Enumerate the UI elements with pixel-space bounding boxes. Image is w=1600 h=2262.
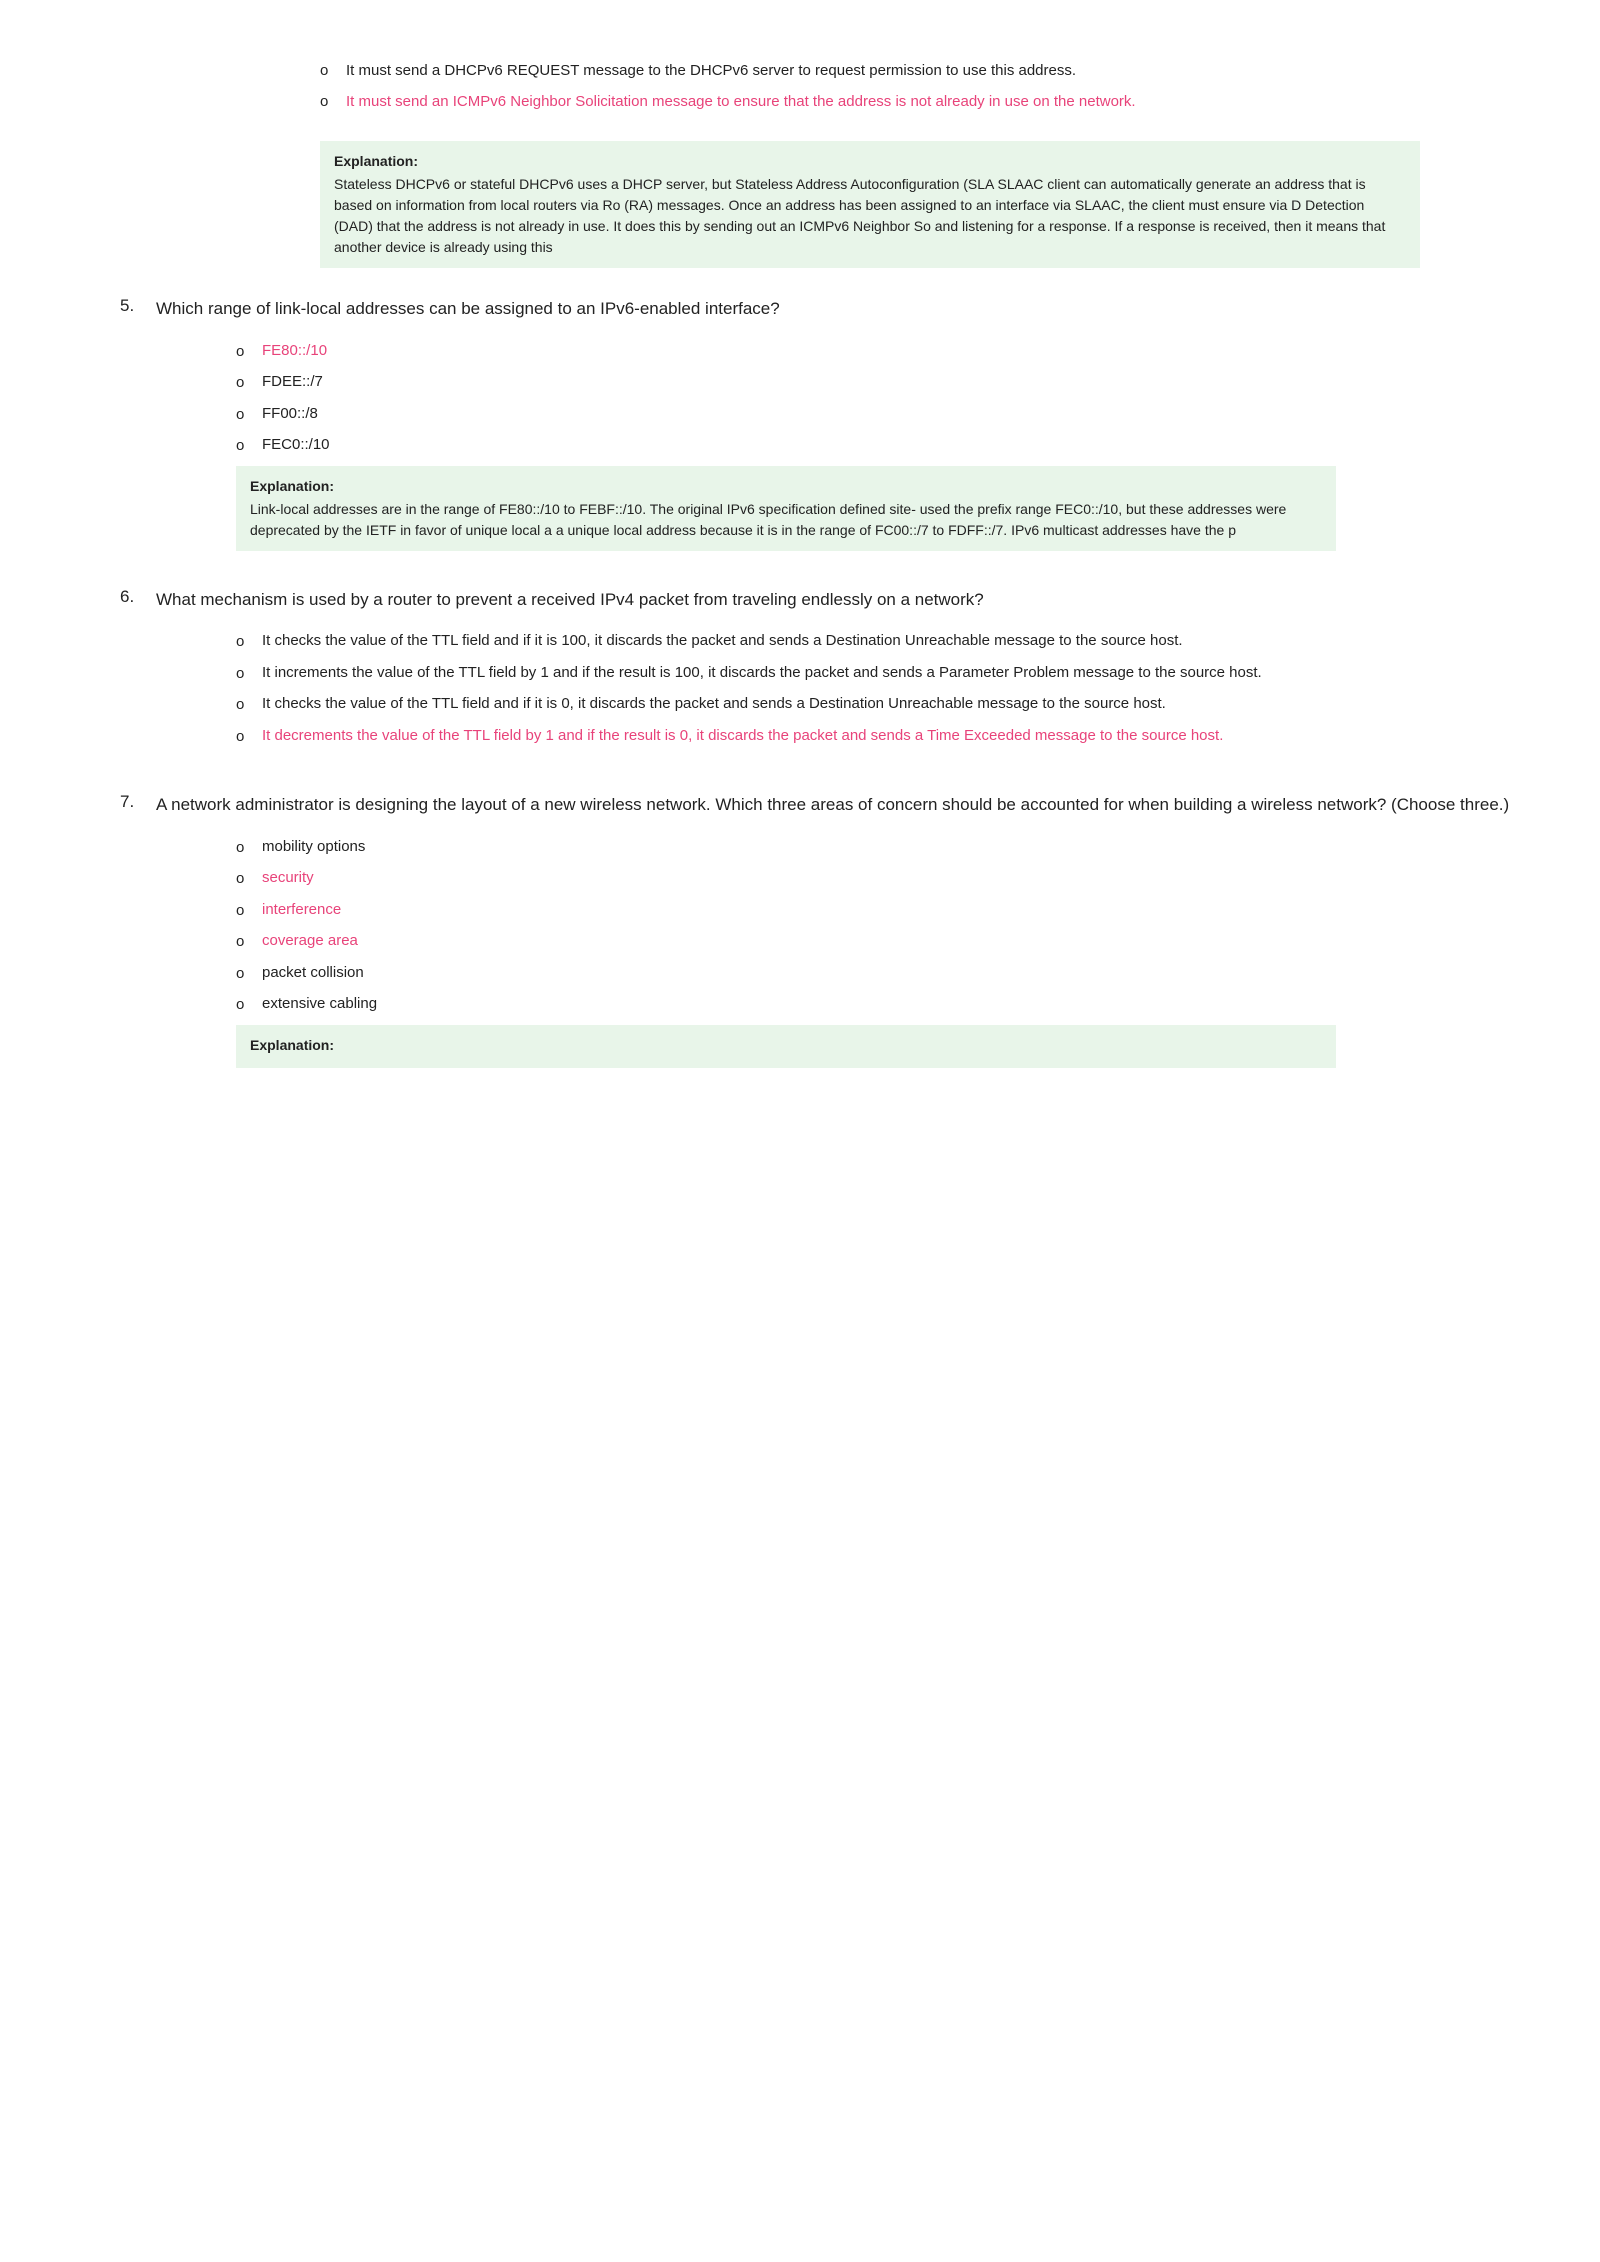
q6-option-3: o It checks the value of the TTL field a… (236, 693, 1560, 717)
q5-explanation-label: Explanation: (250, 476, 1322, 497)
q7-bullet-4: o (236, 931, 250, 954)
q7-option-3: o interference (236, 899, 1560, 923)
q5-bullet-3: o (236, 404, 250, 427)
question-5-block: 5. Which range of link-local addresses c… (120, 296, 1560, 551)
q7-option-4: o coverage area (236, 930, 1560, 954)
q7-option-text-1: mobility options (262, 836, 365, 859)
q5-bullet-2: o (236, 372, 250, 395)
q5-bullet-4: o (236, 435, 250, 458)
top-explanation-label: Explanation: (334, 151, 1406, 172)
top-bullet-text-2: It must send an ICMPv6 Neighbor Solicita… (346, 91, 1136, 114)
question-7-text: A network administrator is designing the… (156, 795, 1509, 814)
q5-option-text-3: FF00::/8 (262, 403, 318, 426)
q6-option-2: o It increments the value of the TTL fie… (236, 662, 1560, 686)
q7-bullet-2: o (236, 868, 250, 891)
q6-bullet-4: o (236, 726, 250, 749)
q7-bullet-6: o (236, 994, 250, 1017)
q6-option-1: o It checks the value of the TTL field a… (236, 630, 1560, 654)
q7-option-text-2: security (262, 867, 314, 890)
q6-option-text-2: It increments the value of the TTL field… (262, 662, 1262, 685)
q7-option-text-3: interference (262, 899, 341, 922)
q7-option-text-6: extensive cabling (262, 993, 377, 1016)
q5-option-text-4: FEC0::/10 (262, 434, 330, 457)
q5-option-1: o FE80::/10 (236, 340, 1560, 364)
q5-explanation-text: Link-local addresses are in the range of… (250, 499, 1322, 541)
question-5-options: o FE80::/10 o FDEE::/7 o FF00::/8 o FEC0… (236, 340, 1560, 458)
top-bullet-item-2: o It must send an ICMPv6 Neighbor Solici… (320, 91, 1560, 114)
top-bullet-item-1: o It must send a DHCPv6 REQUEST message … (320, 60, 1560, 83)
question-6-row: 6. What mechanism is used by a router to… (120, 587, 1560, 757)
q5-explanation-box: Explanation: Link-local addresses are in… (236, 466, 1336, 551)
question-7-row: 7. A network administrator is designing … (120, 792, 1560, 1068)
q7-explanation-box: Explanation: (236, 1025, 1336, 1068)
q6-bullet-1: o (236, 631, 250, 654)
q7-option-2: o security (236, 867, 1560, 891)
question-6-options: o It checks the value of the TTL field a… (236, 630, 1560, 748)
question-6-block: 6. What mechanism is used by a router to… (120, 587, 1560, 757)
top-bullet-text-1: It must send a DHCPv6 REQUEST message to… (346, 60, 1076, 83)
q5-option-text-2: FDEE::/7 (262, 371, 323, 394)
question-5-text: Which range of link-local addresses can … (156, 299, 780, 318)
q7-option-text-5: packet collision (262, 962, 364, 985)
q5-option-3: o FF00::/8 (236, 403, 1560, 427)
q7-option-1: o mobility options (236, 836, 1560, 860)
q5-option-4: o FEC0::/10 (236, 434, 1560, 458)
q5-option-2: o FDEE::/7 (236, 371, 1560, 395)
bullet-icon-1: o (320, 60, 334, 83)
q6-bullet-3: o (236, 694, 250, 717)
q7-bullet-1: o (236, 837, 250, 860)
q5-bullet-1: o (236, 341, 250, 364)
question-6-text: What mechanism is used by a router to pr… (156, 590, 984, 609)
top-explanation-text: Stateless DHCPv6 or stateful DHCPv6 uses… (334, 174, 1406, 258)
q6-bullet-2: o (236, 663, 250, 686)
question-7-options: o mobility options o security o interfer… (236, 836, 1560, 1017)
question-5-body: Which range of link-local addresses can … (156, 296, 1560, 551)
q6-option-text-1: It checks the value of the TTL field and… (262, 630, 1183, 653)
q7-bullet-5: o (236, 963, 250, 986)
q7-bullet-3: o (236, 900, 250, 923)
bullet-icon-2: o (320, 91, 334, 114)
q5-option-text-1: FE80::/10 (262, 340, 327, 363)
top-bullet-list: o It must send a DHCPv6 REQUEST message … (320, 60, 1560, 113)
q7-option-6: o extensive cabling (236, 993, 1560, 1017)
question-5-number: 5. (120, 296, 156, 316)
q6-option-text-3: It checks the value of the TTL field and… (262, 693, 1166, 716)
question-6-number: 6. (120, 587, 156, 607)
question-7-block: 7. A network administrator is designing … (120, 792, 1560, 1068)
question-5-row: 5. Which range of link-local addresses c… (120, 296, 1560, 551)
question-7-body: A network administrator is designing the… (156, 792, 1560, 1068)
q6-option-4: o It decrements the value of the TTL fie… (236, 725, 1560, 749)
question-6-body: What mechanism is used by a router to pr… (156, 587, 1560, 757)
q7-option-text-4: coverage area (262, 930, 358, 953)
top-explanation-box: Explanation: Stateless DHCPv6 or statefu… (320, 141, 1420, 268)
q7-explanation-label: Explanation: (250, 1035, 1322, 1056)
q6-option-text-4: It decrements the value of the TTL field… (262, 725, 1223, 748)
question-7-number: 7. (120, 792, 156, 812)
q7-option-5: o packet collision (236, 962, 1560, 986)
